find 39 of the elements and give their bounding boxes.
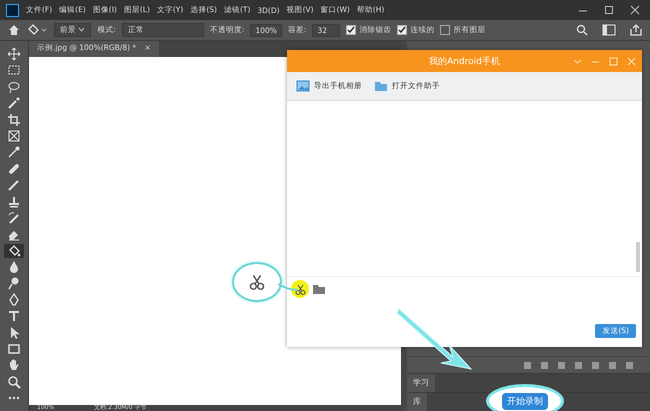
zoom-icon	[7, 374, 21, 389]
stamp-icon	[7, 194, 21, 209]
marquee-icon	[7, 63, 21, 78]
search-icon[interactable]	[576, 24, 588, 36]
scissors-icon[interactable]	[291, 280, 309, 298]
checkbox[interactable]	[397, 25, 408, 35]
crop-icon	[7, 112, 21, 127]
checkbox[interactable]	[346, 25, 356, 35]
paint-bucket-icon[interactable]	[26, 23, 48, 37]
wand-icon	[7, 96, 21, 110]
window-title: 我的Android手机	[429, 56, 500, 68]
rectangle-icon	[7, 342, 21, 356]
app-logo-icon	[6, 4, 19, 16]
caret-icon	[78, 27, 86, 32]
drop-icon	[7, 260, 21, 274]
dodge-icon	[7, 276, 21, 290]
maximize-icon[interactable]	[604, 5, 614, 15]
panel-tab[interactable]: 库	[407, 393, 427, 411]
scissors-icon	[248, 274, 266, 290]
scrollbar[interactable]	[636, 242, 640, 272]
home-icon[interactable]	[8, 24, 20, 36]
close-icon[interactable]	[630, 5, 640, 15]
type-tool-icon	[7, 309, 21, 324]
hand-icon	[7, 358, 21, 372]
brush-icon	[7, 178, 21, 192]
pen-icon	[7, 292, 21, 307]
panel-tab[interactable]: 学习	[407, 374, 435, 392]
share-icon[interactable]	[630, 24, 642, 36]
eyedropper-icon	[7, 145, 21, 160]
checkbox[interactable]	[440, 25, 450, 35]
lasso-icon	[7, 80, 21, 94]
picture-icon[interactable]	[296, 80, 310, 92]
paint-bucket-icon	[7, 244, 21, 258]
move-icon	[7, 47, 21, 61]
tool-button[interactable]	[4, 244, 24, 258]
workspace-icon[interactable]	[602, 24, 616, 36]
history-brush-icon	[7, 210, 21, 225]
frame-icon	[7, 128, 21, 143]
record-button[interactable]: 开始录制	[502, 392, 548, 410]
